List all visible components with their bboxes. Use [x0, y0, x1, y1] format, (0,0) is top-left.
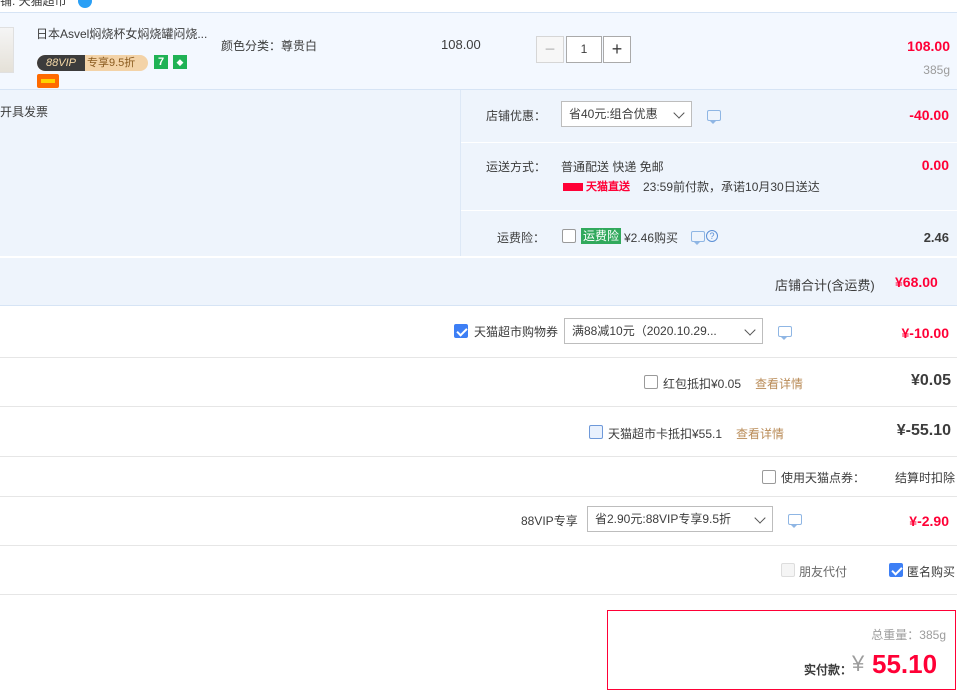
redpacket-detail-link[interactable]: 查看详情 — [755, 375, 803, 392]
payment-summary-box: 总重量：385g 实付款： ¥ 55.10 — [607, 610, 956, 690]
row-divider — [0, 406, 957, 407]
chat-bubble-icon[interactable] — [78, 0, 92, 8]
shop-discount-label: 店铺优惠： — [486, 109, 547, 123]
help-icon[interactable]: ? — [706, 230, 718, 242]
vip-select-value: 省2.90元:88VIP专享9.5折 — [595, 512, 732, 526]
comment-icon[interactable] — [691, 231, 705, 245]
invoice-link[interactable]: 开具发票 — [0, 103, 48, 120]
vip-amount: ¥-2.90 — [909, 513, 949, 529]
points-checkbox[interactable] — [762, 470, 776, 484]
shop-discount-amount: -40.00 — [909, 107, 949, 123]
quantity-input[interactable]: 1 — [566, 36, 602, 63]
chevron-down-icon — [744, 324, 756, 336]
product-thumbnail[interactable] — [0, 27, 14, 73]
shop-total-label: 店铺合计(含运费) — [775, 278, 875, 293]
chevron-down-icon — [754, 512, 766, 524]
insurance-label: 运费险： — [497, 231, 546, 245]
row-divider — [461, 142, 957, 143]
shipping-label: 运送方式： — [486, 160, 547, 174]
product-name-link[interactable]: 日本Asvel焖烧杯女焖烧罐闷烧... — [36, 25, 207, 42]
comment-icon[interactable] — [788, 514, 802, 528]
row-divider — [0, 357, 957, 358]
delivery-promise: 23:59前付款，承诺10月30日送达 — [643, 180, 820, 194]
cart-item-row: 日本Asvel焖烧杯女焖烧罐闷烧... 88VIP 专享9.5折 7 ◆ 颜色分… — [0, 12, 957, 90]
card-checkbox[interactable] — [589, 425, 603, 439]
coupon-select-value: 满88减10元（2020.10.29... — [572, 324, 717, 338]
redpacket-checkbox[interactable] — [644, 375, 658, 389]
shop-total-amount: ¥68.00 — [895, 274, 938, 290]
vip-badge-text: 专享9.5折 — [87, 57, 136, 69]
friend-pay-label: 朋友代付 — [799, 565, 848, 579]
card-label: 天猫超市卡抵扣¥55.1 — [608, 427, 723, 441]
item-weight: 385g — [923, 63, 950, 77]
unit-price: 108.00 — [441, 37, 481, 52]
vip-discount-badge: 88VIP 专享9.5折 — [37, 55, 148, 71]
tmall-logo-icon — [563, 183, 583, 192]
insurance-price: ¥2.46购买 — [624, 231, 679, 245]
row-divider — [0, 496, 957, 497]
row-divider — [0, 456, 957, 457]
card-amount: ¥-55.10 — [896, 422, 951, 439]
chevron-down-icon — [673, 107, 685, 119]
row-divider — [461, 210, 957, 211]
quantity-plus-button[interactable]: + — [603, 36, 631, 63]
shop-name[interactable]: 铺: 天猫超市 — [0, 0, 67, 9]
card-detail-link[interactable]: 查看详情 — [736, 425, 784, 442]
vip-badge-label: 88VIP — [37, 55, 85, 71]
vip-label: 88VIP专享 — [521, 514, 578, 528]
total-weight: 总重量：385g — [871, 628, 946, 642]
shipping-method: 普通配送 快递 免邮 — [561, 160, 664, 174]
shop-total-bar: 店铺合计(含运费) ¥68.00 — [0, 257, 957, 306]
vip-select[interactable]: 省2.90元:88VIP专享9.5折 — [587, 506, 773, 532]
item-subtotal: 108.00 — [907, 38, 950, 54]
currency-symbol: ¥ — [852, 651, 865, 676]
friend-pay-checkbox[interactable] — [781, 563, 795, 577]
comment-icon[interactable] — [778, 326, 792, 340]
redpacket-amount: ¥0.05 — [910, 372, 951, 389]
anonymous-checkbox[interactable] — [889, 563, 903, 577]
panel-divider — [460, 90, 461, 256]
quantity-minus-button[interactable]: − — [536, 36, 564, 63]
sku-info: 颜色分类：尊贵白 — [221, 39, 318, 53]
shop-discount-select[interactable]: 省40元:组合优惠 — [561, 101, 692, 127]
credit-card-icon — [37, 74, 59, 88]
actual-pay-amount: 55.10 — [872, 649, 938, 679]
insurance-amount: 2.46 — [923, 230, 949, 245]
shipping-amount: 0.00 — [921, 157, 949, 173]
row-divider — [0, 594, 957, 595]
coupon-amount: ¥-10.00 — [901, 325, 949, 341]
anonymous-label: 匿名购买 — [907, 565, 956, 579]
tmall-guarantee-icon: ◆ — [173, 55, 187, 69]
coupon-select[interactable]: 满88减10元（2020.10.29... — [564, 318, 763, 344]
coupon-label: 天猫超市购物券 — [474, 325, 559, 339]
insurance-checkbox[interactable] — [562, 229, 576, 243]
row-divider — [0, 545, 957, 546]
comment-icon[interactable] — [707, 110, 721, 124]
insurance-tag: 运费险 — [581, 228, 622, 244]
shop-discount-select-value: 省40元:组合优惠 — [569, 107, 658, 121]
points-value: 结算时扣除 — [895, 471, 956, 485]
tmall-logo-text: 天猫直送 — [586, 181, 630, 193]
redpacket-label: 红包抵扣¥0.05 — [663, 377, 742, 391]
tmall-direct-logo: 天猫直送 — [563, 178, 633, 193]
shop-header: 铺: 天猫超市 — [0, 0, 976, 12]
coupon-checkbox[interactable] — [454, 324, 468, 338]
shop-options-panel: 开具发票 店铺优惠： 省40元:组合优惠 -40.00 运送方式： 普通配送 快… — [0, 90, 957, 256]
actual-pay-label: 实付款： — [804, 663, 853, 677]
seven-day-return-icon: 7 — [154, 55, 168, 69]
points-label: 使用天猫点券： — [781, 471, 866, 485]
